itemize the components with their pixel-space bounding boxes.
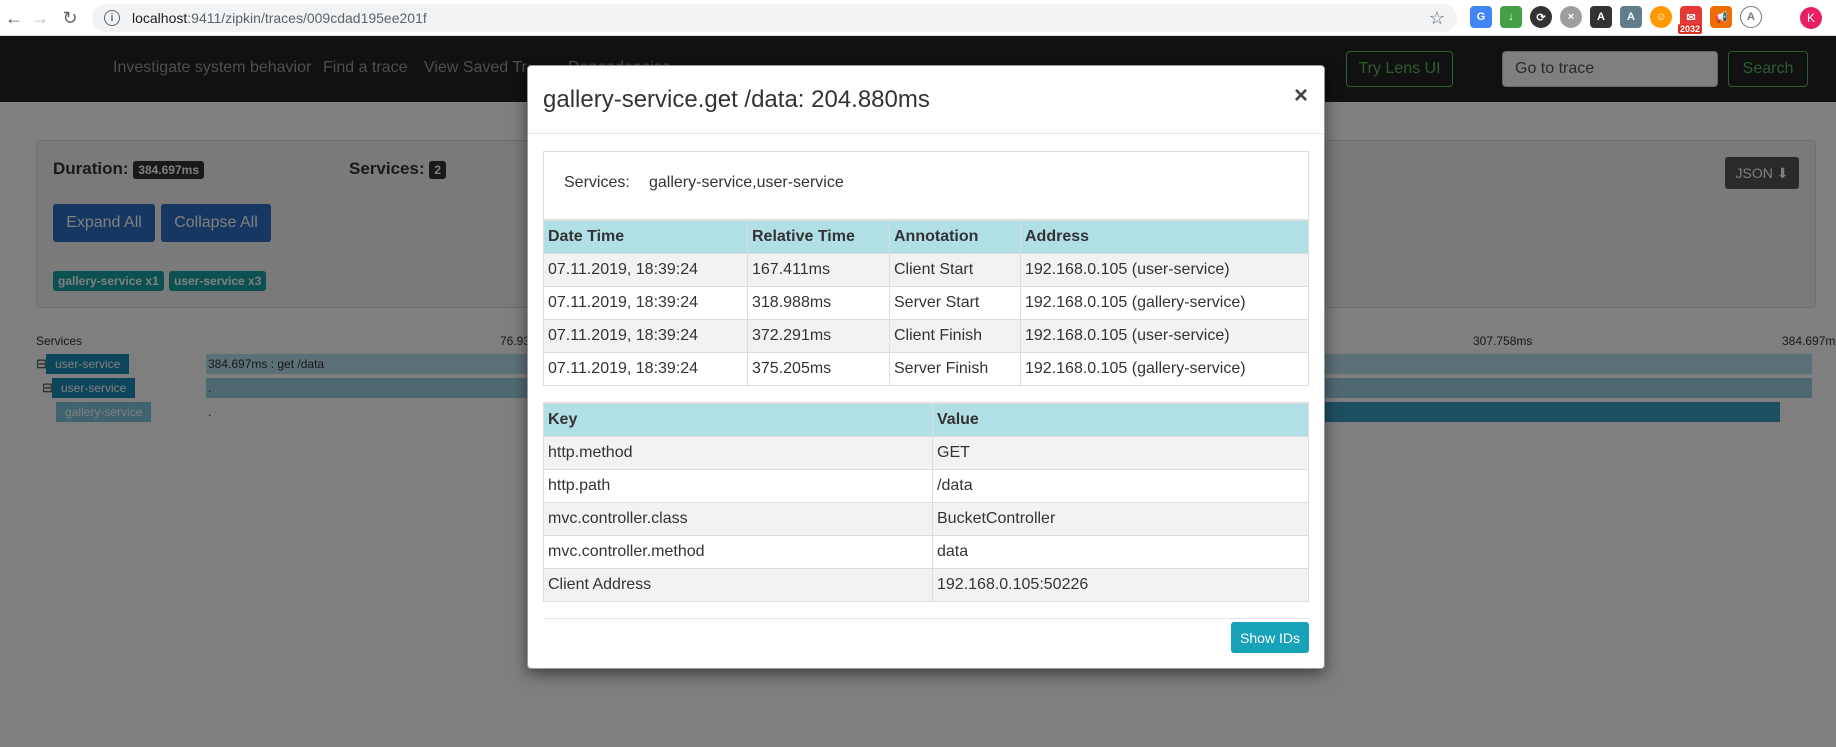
column-header: Date Time [543, 219, 748, 254]
url-path: :9411/zipkin/traces/009cdad195ee201f [187, 10, 427, 26]
table-cell: /data [932, 468, 1309, 503]
column-header: Value [932, 402, 1309, 437]
reload-icon[interactable]: ↻ [56, 4, 84, 32]
browser-toolbar: ← → ↻ i localhost:9411/zipkin/traces/009… [0, 0, 1836, 36]
face-extension-icon[interactable]: ☺ [1650, 6, 1672, 28]
sync-extension-icon[interactable]: ⟳ [1530, 6, 1552, 28]
table-row: 07.11.2019, 18:39:24 372.291ms Client Fi… [543, 318, 1309, 353]
profile-avatar[interactable]: K [1800, 7, 1822, 29]
info-icon[interactable]: i [104, 10, 120, 26]
span-services-value: gallery-service,user-service [649, 174, 844, 191]
column-header: Annotation [889, 219, 1021, 254]
span-detail-modal: gallery-service.get /data: 204.880ms × S… [527, 65, 1325, 669]
table-cell: data [932, 534, 1309, 569]
annotations-header-row: Date Time Relative Time Annotation Addre… [543, 219, 1309, 254]
column-header: Key [543, 402, 933, 437]
table-cell: Client Address [543, 567, 933, 602]
modal-title: gallery-service.get /data: 204.880ms [543, 86, 930, 113]
table-cell: 192.168.0.105 (user-service) [1020, 318, 1309, 353]
back-icon[interactable]: ← [0, 4, 28, 32]
modal-header: gallery-service.get /data: 204.880ms × [528, 66, 1324, 134]
span-services-box: Services: gallery-service,user-service [543, 151, 1309, 219]
table-cell: 192.168.0.105 (gallery-service) [1020, 351, 1309, 386]
table-row: Client Address 192.168.0.105:50226 [543, 567, 1309, 602]
translate-extension-icon[interactable]: G [1470, 6, 1492, 28]
font-extension-icon[interactable]: A [1590, 6, 1612, 28]
table-cell: 372.291ms [747, 318, 890, 353]
annotations-table: Date Time Relative Time Annotation Addre… [543, 219, 1309, 386]
table-cell: http.method [543, 435, 933, 470]
table-row: mvc.controller.method data [543, 534, 1309, 569]
table-cell: 192.168.0.105:50226 [932, 567, 1309, 602]
table-cell: http.path [543, 468, 933, 503]
modal-footer: Show IDs [543, 618, 1309, 668]
show-ids-button[interactable]: Show IDs [1231, 622, 1309, 653]
tags-table: Key Value http.method GET http.path /dat… [543, 402, 1309, 602]
table-cell: 07.11.2019, 18:39:24 [543, 318, 748, 353]
table-row: http.path /data [543, 468, 1309, 503]
table-cell: Server Finish [889, 351, 1021, 386]
table-cell: Server Start [889, 285, 1021, 320]
table-cell: 07.11.2019, 18:39:24 [543, 351, 748, 386]
download-extension-icon[interactable]: ↓ [1500, 6, 1522, 28]
mail-count-badge: 2032 [1678, 24, 1703, 34]
table-cell: 375.205ms [747, 351, 890, 386]
mail-extension-icon[interactable]: ✉ 2032 [1678, 6, 1703, 34]
column-header: Address [1020, 219, 1309, 254]
span-services-label: Services: [564, 174, 630, 191]
megaphone-extension-icon[interactable]: 📢 [1710, 6, 1732, 28]
column-header: Relative Time [747, 219, 890, 254]
table-row: 07.11.2019, 18:39:24 167.411ms Client St… [543, 252, 1309, 287]
table-cell: GET [932, 435, 1309, 470]
address-bar[interactable]: i localhost:9411/zipkin/traces/009cdad19… [92, 4, 1457, 32]
angular-extension-icon[interactable]: A [1620, 6, 1642, 28]
table-cell: mvc.controller.method [543, 534, 933, 569]
extensions-area: G ↓ ⟳ × A A ☺ ✉ 2032 📢 A [1470, 6, 1762, 34]
table-cell: 167.411ms [747, 252, 890, 287]
table-cell: 07.11.2019, 18:39:24 [543, 252, 748, 287]
forward-icon[interactable]: → [26, 4, 54, 32]
table-cell: 07.11.2019, 18:39:24 [543, 285, 748, 320]
table-row: 07.11.2019, 18:39:24 318.988ms Server St… [543, 285, 1309, 320]
table-cell: BucketController [932, 501, 1309, 536]
tags-header-row: Key Value [543, 402, 1309, 437]
close-icon[interactable]: × [1294, 82, 1308, 110]
table-row: http.method GET [543, 435, 1309, 470]
table-cell: 318.988ms [747, 285, 890, 320]
url-host: localhost [132, 10, 188, 26]
table-cell: Client Finish [889, 318, 1021, 353]
table-row: mvc.controller.class BucketController [543, 501, 1309, 536]
table-cell: 192.168.0.105 (gallery-service) [1020, 285, 1309, 320]
close-extension-icon[interactable]: × [1560, 6, 1582, 28]
table-row: 07.11.2019, 18:39:24 375.205ms Server Fi… [543, 351, 1309, 386]
bookmark-star-icon[interactable]: ☆ [1429, 8, 1445, 29]
a-extension-icon[interactable]: A [1740, 6, 1762, 28]
table-cell: 192.168.0.105 (user-service) [1020, 252, 1309, 287]
table-cell: mvc.controller.class [543, 501, 933, 536]
table-cell: Client Start [889, 252, 1021, 287]
